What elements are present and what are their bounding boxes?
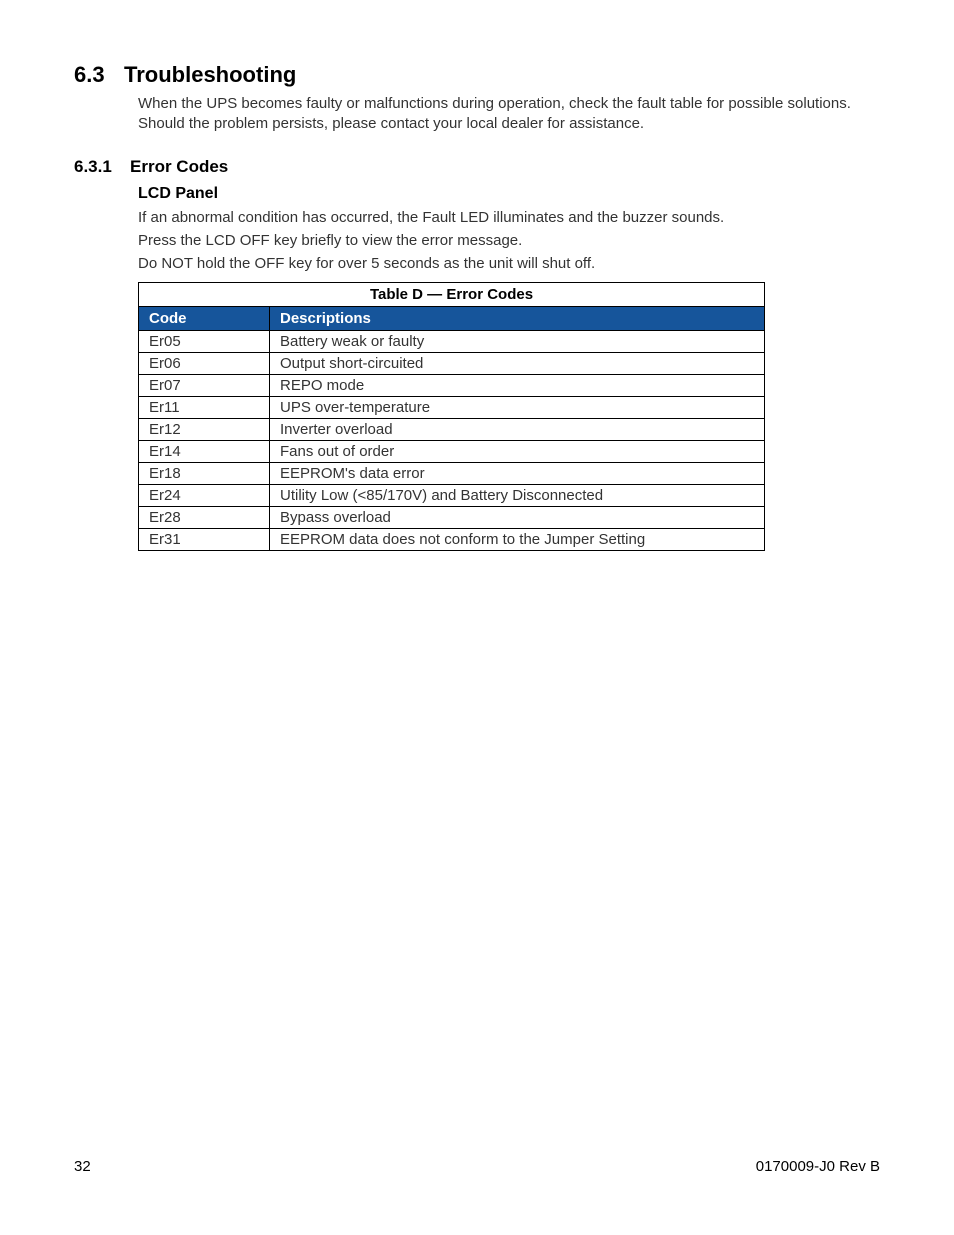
table-caption: Table D — Error Codes <box>139 282 765 306</box>
section-title: Troubleshooting <box>124 62 296 87</box>
subsubsection-heading: LCD Panel <box>138 185 880 203</box>
error-description: REPO mode <box>270 374 765 396</box>
section-heading: 6.3Troubleshooting <box>74 62 880 88</box>
table-row: Er14Fans out of order <box>139 440 765 462</box>
error-description: Fans out of order <box>270 440 765 462</box>
error-code: Er14 <box>139 440 270 462</box>
error-code: Er06 <box>139 352 270 374</box>
error-code: Er05 <box>139 330 270 352</box>
error-code: Er18 <box>139 462 270 484</box>
error-code: Er31 <box>139 528 270 550</box>
error-description: UPS over-temperature <box>270 396 765 418</box>
document-id: 0170009-J0 Rev B <box>756 1158 880 1175</box>
error-codes-table: Table D — Error Codes Code Descriptions … <box>138 282 765 551</box>
error-code: Er12 <box>139 418 270 440</box>
error-description: Output short-circuited <box>270 352 765 374</box>
error-code: Er24 <box>139 484 270 506</box>
table-row: Er06Output short-circuited <box>139 352 765 374</box>
subsection-number: 6.3.1 <box>74 157 130 177</box>
table-row: Er07REPO mode <box>139 374 765 396</box>
paragraph: If an abnormal condition has occurred, t… <box>138 209 880 226</box>
error-description: Utility Low (<85/170V) and Battery Disco… <box>270 484 765 506</box>
error-description: Bypass overload <box>270 506 765 528</box>
table-row: Er05Battery weak or faulty <box>139 330 765 352</box>
error-description: Inverter overload <box>270 418 765 440</box>
table-header-desc: Descriptions <box>270 306 765 330</box>
document-page: 6.3Troubleshooting When the UPS becomes … <box>0 0 954 1235</box>
paragraph: Press the LCD OFF key briefly to view th… <box>138 232 880 249</box>
subsection-heading: 6.3.1Error Codes <box>74 157 880 177</box>
page-number: 32 <box>74 1158 91 1175</box>
table-row: Er24Utility Low (<85/170V) and Battery D… <box>139 484 765 506</box>
table-row: Er12Inverter overload <box>139 418 765 440</box>
error-description: Battery weak or faulty <box>270 330 765 352</box>
error-description: EEPROM's data error <box>270 462 765 484</box>
error-description: EEPROM data does not conform to the Jump… <box>270 528 765 550</box>
table-header-row: Code Descriptions <box>139 306 765 330</box>
paragraph: Do NOT hold the OFF key for over 5 secon… <box>138 255 880 272</box>
table-caption-row: Table D — Error Codes <box>139 282 765 306</box>
section-intro: When the UPS becomes faulty or malfuncti… <box>138 94 880 135</box>
table-header-code: Code <box>139 306 270 330</box>
page-footer: 32 0170009-J0 Rev B <box>74 1158 880 1175</box>
table-row: Er31EEPROM data does not conform to the … <box>139 528 765 550</box>
error-code: Er11 <box>139 396 270 418</box>
error-code: Er07 <box>139 374 270 396</box>
table-row: Er18EEPROM's data error <box>139 462 765 484</box>
error-code: Er28 <box>139 506 270 528</box>
subsection-title: Error Codes <box>130 157 228 176</box>
table-row: Er28Bypass overload <box>139 506 765 528</box>
table-row: Er11UPS over-temperature <box>139 396 765 418</box>
section-number: 6.3 <box>74 62 124 88</box>
